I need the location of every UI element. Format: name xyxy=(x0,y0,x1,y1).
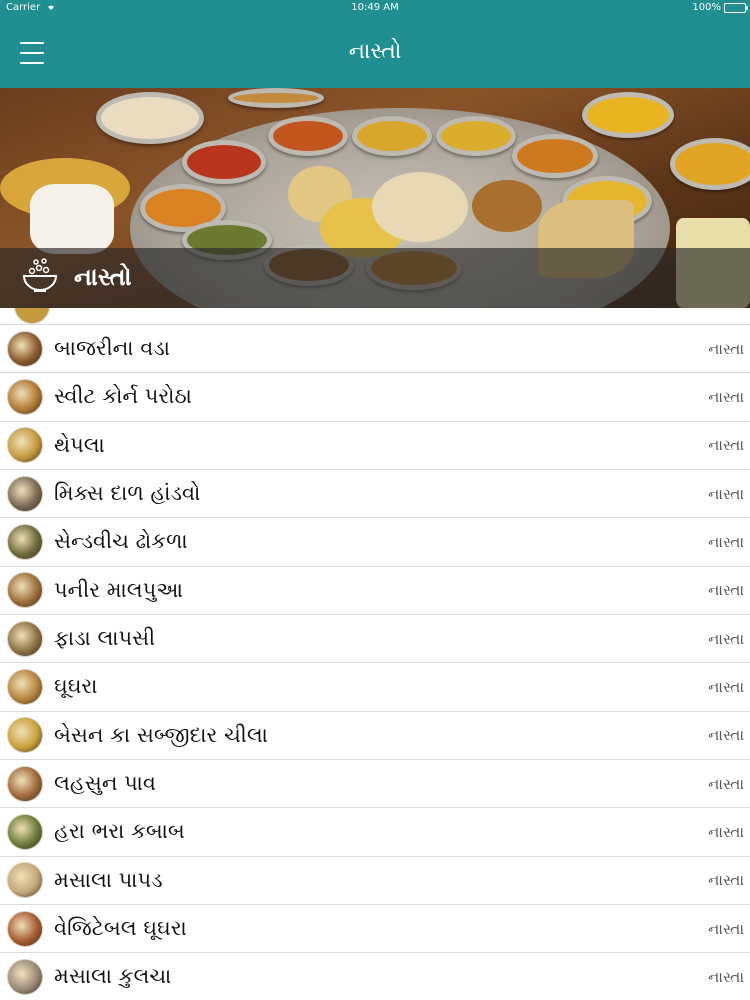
recipe-category: નાસ્તા xyxy=(708,484,744,503)
list-item[interactable]: ઘૂઘરા નાસ્તા xyxy=(0,663,750,712)
recipe-category: નાસ્તા xyxy=(708,629,744,648)
recipe-thumbnail xyxy=(7,765,43,802)
recipe-title: લહસુન પાવ xyxy=(54,771,156,796)
recipe-title: મસાલા પાપડ xyxy=(54,867,163,892)
list-item[interactable]: ફાડા લાપસી નાસ્તા xyxy=(0,615,750,664)
recipe-title: બેસન કા સબ્જીદાર ચીલા xyxy=(54,722,268,747)
recipe-title: ફાડા લાપસી xyxy=(54,626,156,651)
battery-status: 100% xyxy=(692,0,748,16)
list-item[interactable]: મસાલા કુલચા નાસ્તા xyxy=(0,953,750,1000)
list-item[interactable]: હરા ભરા કબાબ નાસ્તા xyxy=(0,808,750,857)
recipe-category: નાસ્તા xyxy=(708,339,744,358)
list-item[interactable]: મસાલા પાપડ નાસ્તા xyxy=(0,857,750,905)
recipe-thumbnail xyxy=(7,427,43,464)
category-banner: નાસ્તો xyxy=(0,88,750,308)
recipe-thumbnail xyxy=(7,862,43,899)
status-time: 10:49 AM xyxy=(351,2,399,13)
recipe-category: નાસ્તા xyxy=(708,871,744,890)
recipe-title: સેન્ડવીચ ઢોકળા xyxy=(54,529,188,554)
navigation-bar: નાસ્તો xyxy=(0,16,750,88)
recipe-thumbnail xyxy=(7,717,43,754)
recipe-category: નાસ્તા xyxy=(708,581,744,600)
recipe-category: નાસ્તા xyxy=(708,677,744,696)
list-item[interactable]: પનીર માલપુઆ નાસ્તા xyxy=(0,567,750,615)
recipe-category: નાસ્તા xyxy=(708,436,744,455)
list-item[interactable]: વેજિટેબલ ઘૂઘરા નાસ્તા xyxy=(0,905,750,954)
list-item[interactable]: બેસન કા સબ્જીદાર ચીલા નાસ્તા xyxy=(0,712,750,760)
battery-percent: 100% xyxy=(692,2,721,13)
recipe-category: નાસ્તા xyxy=(708,822,744,841)
recipe-title: પનીર માલપુઆ xyxy=(54,577,183,602)
status-bar: Carrier 10:49 AM 100% xyxy=(0,0,750,16)
list-item[interactable]: બાજરીના વડા નાસ્તા xyxy=(0,325,750,374)
recipe-title: સ્વીટ કોર્ન પરોઠા xyxy=(54,384,192,409)
recipe-category: નાસ્તા xyxy=(708,919,744,938)
battery-icon xyxy=(724,3,748,13)
recipe-thumbnail xyxy=(7,523,43,560)
recipe-category: નાસ્તા xyxy=(708,967,744,986)
list-item[interactable]: થેપલા નાસ્તા xyxy=(0,422,750,470)
page-title: નાસ્તો xyxy=(348,39,402,64)
recipe-thumbnail xyxy=(7,813,43,850)
recipe-list[interactable]: બાજરીના વડા નાસ્તા સ્વીટ કોર્ન પરોઠા નાસ્તા… xyxy=(0,308,750,1000)
recipe-thumbnail xyxy=(7,378,43,415)
recipe-title: થેપલા xyxy=(54,432,105,457)
recipe-title: વેજિટેબલ ઘૂઘરા xyxy=(54,916,187,941)
recipe-title: હરા ભરા કબાબ xyxy=(54,819,185,844)
list-item[interactable]: મિક્સ દાળ હાંડવો નાસ્તા xyxy=(0,470,750,519)
recipe-thumbnail xyxy=(7,910,43,947)
recipe-title: ઘૂઘરા xyxy=(54,674,98,699)
recipe-thumbnail xyxy=(14,308,50,324)
list-item-partial[interactable] xyxy=(0,308,750,325)
recipe-thumbnail xyxy=(7,475,43,512)
banner-title: નાસ્તો xyxy=(74,263,132,291)
list-item[interactable]: સ્વીટ કોર્ન પરોઠા નાસ્તા xyxy=(0,373,750,422)
recipe-thumbnail xyxy=(7,668,43,705)
recipe-category: નાસ્તા xyxy=(708,774,744,793)
recipe-title: બાજરીના વડા xyxy=(54,336,170,361)
recipe-category: નાસ્તા xyxy=(708,387,744,406)
recipe-thumbnail xyxy=(7,330,43,367)
list-item[interactable]: લહસુન પાવ નાસ્તા xyxy=(0,760,750,809)
recipe-title: મસાલા કુલચા xyxy=(54,964,172,989)
recipe-title: મિક્સ દાળ હાંડવો xyxy=(54,481,201,506)
recipe-thumbnail xyxy=(7,958,43,995)
recipe-category: નાસ્તા xyxy=(708,726,744,745)
recipe-thumbnail xyxy=(7,620,43,657)
snack-bowl-icon xyxy=(22,258,58,292)
recipe-category: નાસ્તા xyxy=(708,532,744,551)
recipe-thumbnail xyxy=(7,572,43,609)
list-item[interactable]: સેન્ડવીચ ઢોકળા નાસ્તા xyxy=(0,518,750,567)
